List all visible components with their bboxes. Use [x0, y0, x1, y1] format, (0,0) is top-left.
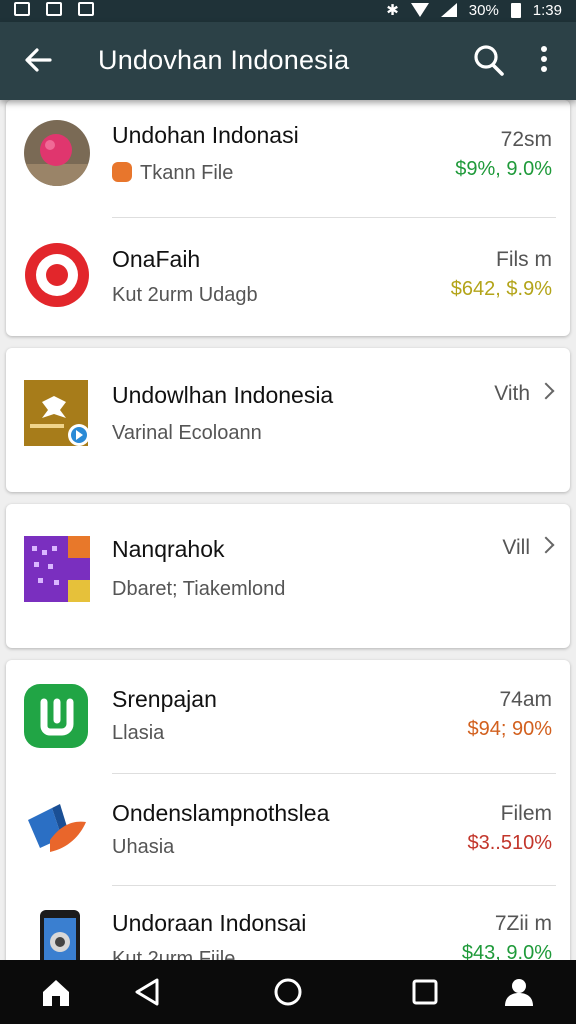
- back-arrow-icon[interactable]: [22, 42, 54, 78]
- chevron-right-icon: [537, 382, 555, 400]
- item-meta: 74am: [499, 688, 552, 711]
- item-subtitle: Tkann File: [112, 162, 233, 185]
- item-subtitle: Varinal Ecoloann: [112, 422, 262, 444]
- item-title: OnaFaih: [112, 246, 201, 272]
- item-subtitle: Kut 2urm Udagb: [112, 284, 258, 306]
- item-meta: Fils m: [496, 248, 552, 271]
- gallery-notification-icon: [46, 2, 62, 16]
- photo-notification-icon: [78, 2, 94, 16]
- list-item[interactable]: Undowlhan Indonesia Varinal Ecoloann Vit…: [6, 348, 570, 492]
- more-options-icon[interactable]: [532, 42, 556, 78]
- list-item[interactable]: Ondenslampnothslea Uhasia Filem $3..510%: [6, 774, 570, 886]
- phone-app-icon: [24, 908, 90, 960]
- item-meta: 72sm: [500, 128, 552, 151]
- app-logo-icon: [24, 380, 90, 446]
- item-title: Undoraan Indonsai: [112, 910, 307, 936]
- back-nav-icon[interactable]: [132, 976, 162, 1013]
- item-subtitle: Uhasia: [112, 836, 175, 858]
- item-value: $3..510%: [467, 832, 552, 854]
- item-value: $9%, 9.0%: [455, 158, 552, 180]
- item-title: Ondenslampnothslea: [112, 800, 330, 826]
- home-store-icon[interactable]: [40, 976, 72, 1013]
- file-icon: [112, 162, 132, 182]
- battery-icon: [510, 2, 521, 18]
- list-card[interactable]: Nanqrahok Dbaret; Tiakemlond Vill: [6, 504, 570, 648]
- app-logo-icon: [24, 796, 90, 862]
- wifi-icon: [410, 3, 429, 17]
- list-item[interactable]: Undoraan Indonsai Kut 2urm Fiile 7Zii m …: [6, 886, 570, 960]
- list-item[interactable]: Undohan Indonasi Tkann File 72sm $9%, 9.…: [6, 100, 570, 218]
- item-subtitle-text: Tkann File: [140, 162, 234, 184]
- page-title: Undovhan Indonesia: [98, 45, 350, 75]
- app-avatar-icon: [24, 120, 90, 186]
- list-item[interactable]: OnaFaih Kut 2urm Udagb Fils m $642, $.9%: [6, 218, 570, 336]
- search-icon[interactable]: [472, 42, 506, 78]
- chevron-right-icon: [537, 536, 555, 554]
- bluetooth-icon: ✱: [386, 2, 399, 19]
- item-meta-text: Vith: [494, 382, 530, 405]
- item-subtitle: Llasia: [112, 722, 165, 744]
- item-value: $94; 90%: [467, 718, 552, 740]
- list-card: Srenpajan Llasia 74am $94; 90% Ondenslam…: [6, 660, 570, 960]
- item-meta: 7Zii m: [494, 912, 552, 935]
- home-nav-icon[interactable]: [272, 976, 304, 1013]
- list-item[interactable]: Srenpajan Llasia 74am $94; 90%: [6, 660, 570, 774]
- profile-icon[interactable]: [502, 976, 536, 1013]
- clock: 1:39: [532, 1, 562, 19]
- item-title: Srenpajan: [112, 686, 217, 712]
- recents-nav-icon[interactable]: [410, 976, 440, 1013]
- system-navigation-bar: [0, 960, 576, 1024]
- status-bar: ✱ 30% 1:39: [0, 0, 576, 22]
- item-meta: Vith: [494, 382, 555, 406]
- item-title: Nanqrahok: [112, 536, 225, 562]
- list-card[interactable]: Undowlhan Indonesia Varinal Ecoloann Vit…: [6, 348, 570, 492]
- item-subtitle: Dbaret; Tiakemlond: [112, 578, 286, 600]
- list-item[interactable]: Nanqrahok Dbaret; Tiakemlond Vill: [6, 504, 570, 648]
- content-list: Undohan Indonasi Tkann File 72sm $9%, 9.…: [0, 100, 576, 960]
- item-meta: Vill: [502, 536, 555, 560]
- list-card: Undohan Indonasi Tkann File 72sm $9%, 9.…: [6, 100, 570, 336]
- battery-percent: 30%: [468, 1, 499, 19]
- item-meta: Filem: [500, 802, 552, 825]
- item-value: $43, 9.0%: [461, 942, 552, 960]
- app-logo-icon: [24, 536, 90, 602]
- app-logo-icon: [24, 684, 90, 750]
- item-meta-text: Vill: [502, 536, 530, 559]
- item-title: Undowlhan Indonesia: [112, 382, 334, 408]
- item-value: $642, $.9%: [450, 278, 552, 300]
- target-logo-icon: [24, 242, 90, 308]
- signal-icon: [440, 3, 457, 17]
- item-subtitle: Kut 2urm Fiile: [112, 948, 236, 960]
- app-bar: Undovhan Indonesia: [0, 22, 576, 100]
- image-notification-icon: [14, 2, 30, 16]
- item-title: Undohan Indonasi: [112, 122, 299, 148]
